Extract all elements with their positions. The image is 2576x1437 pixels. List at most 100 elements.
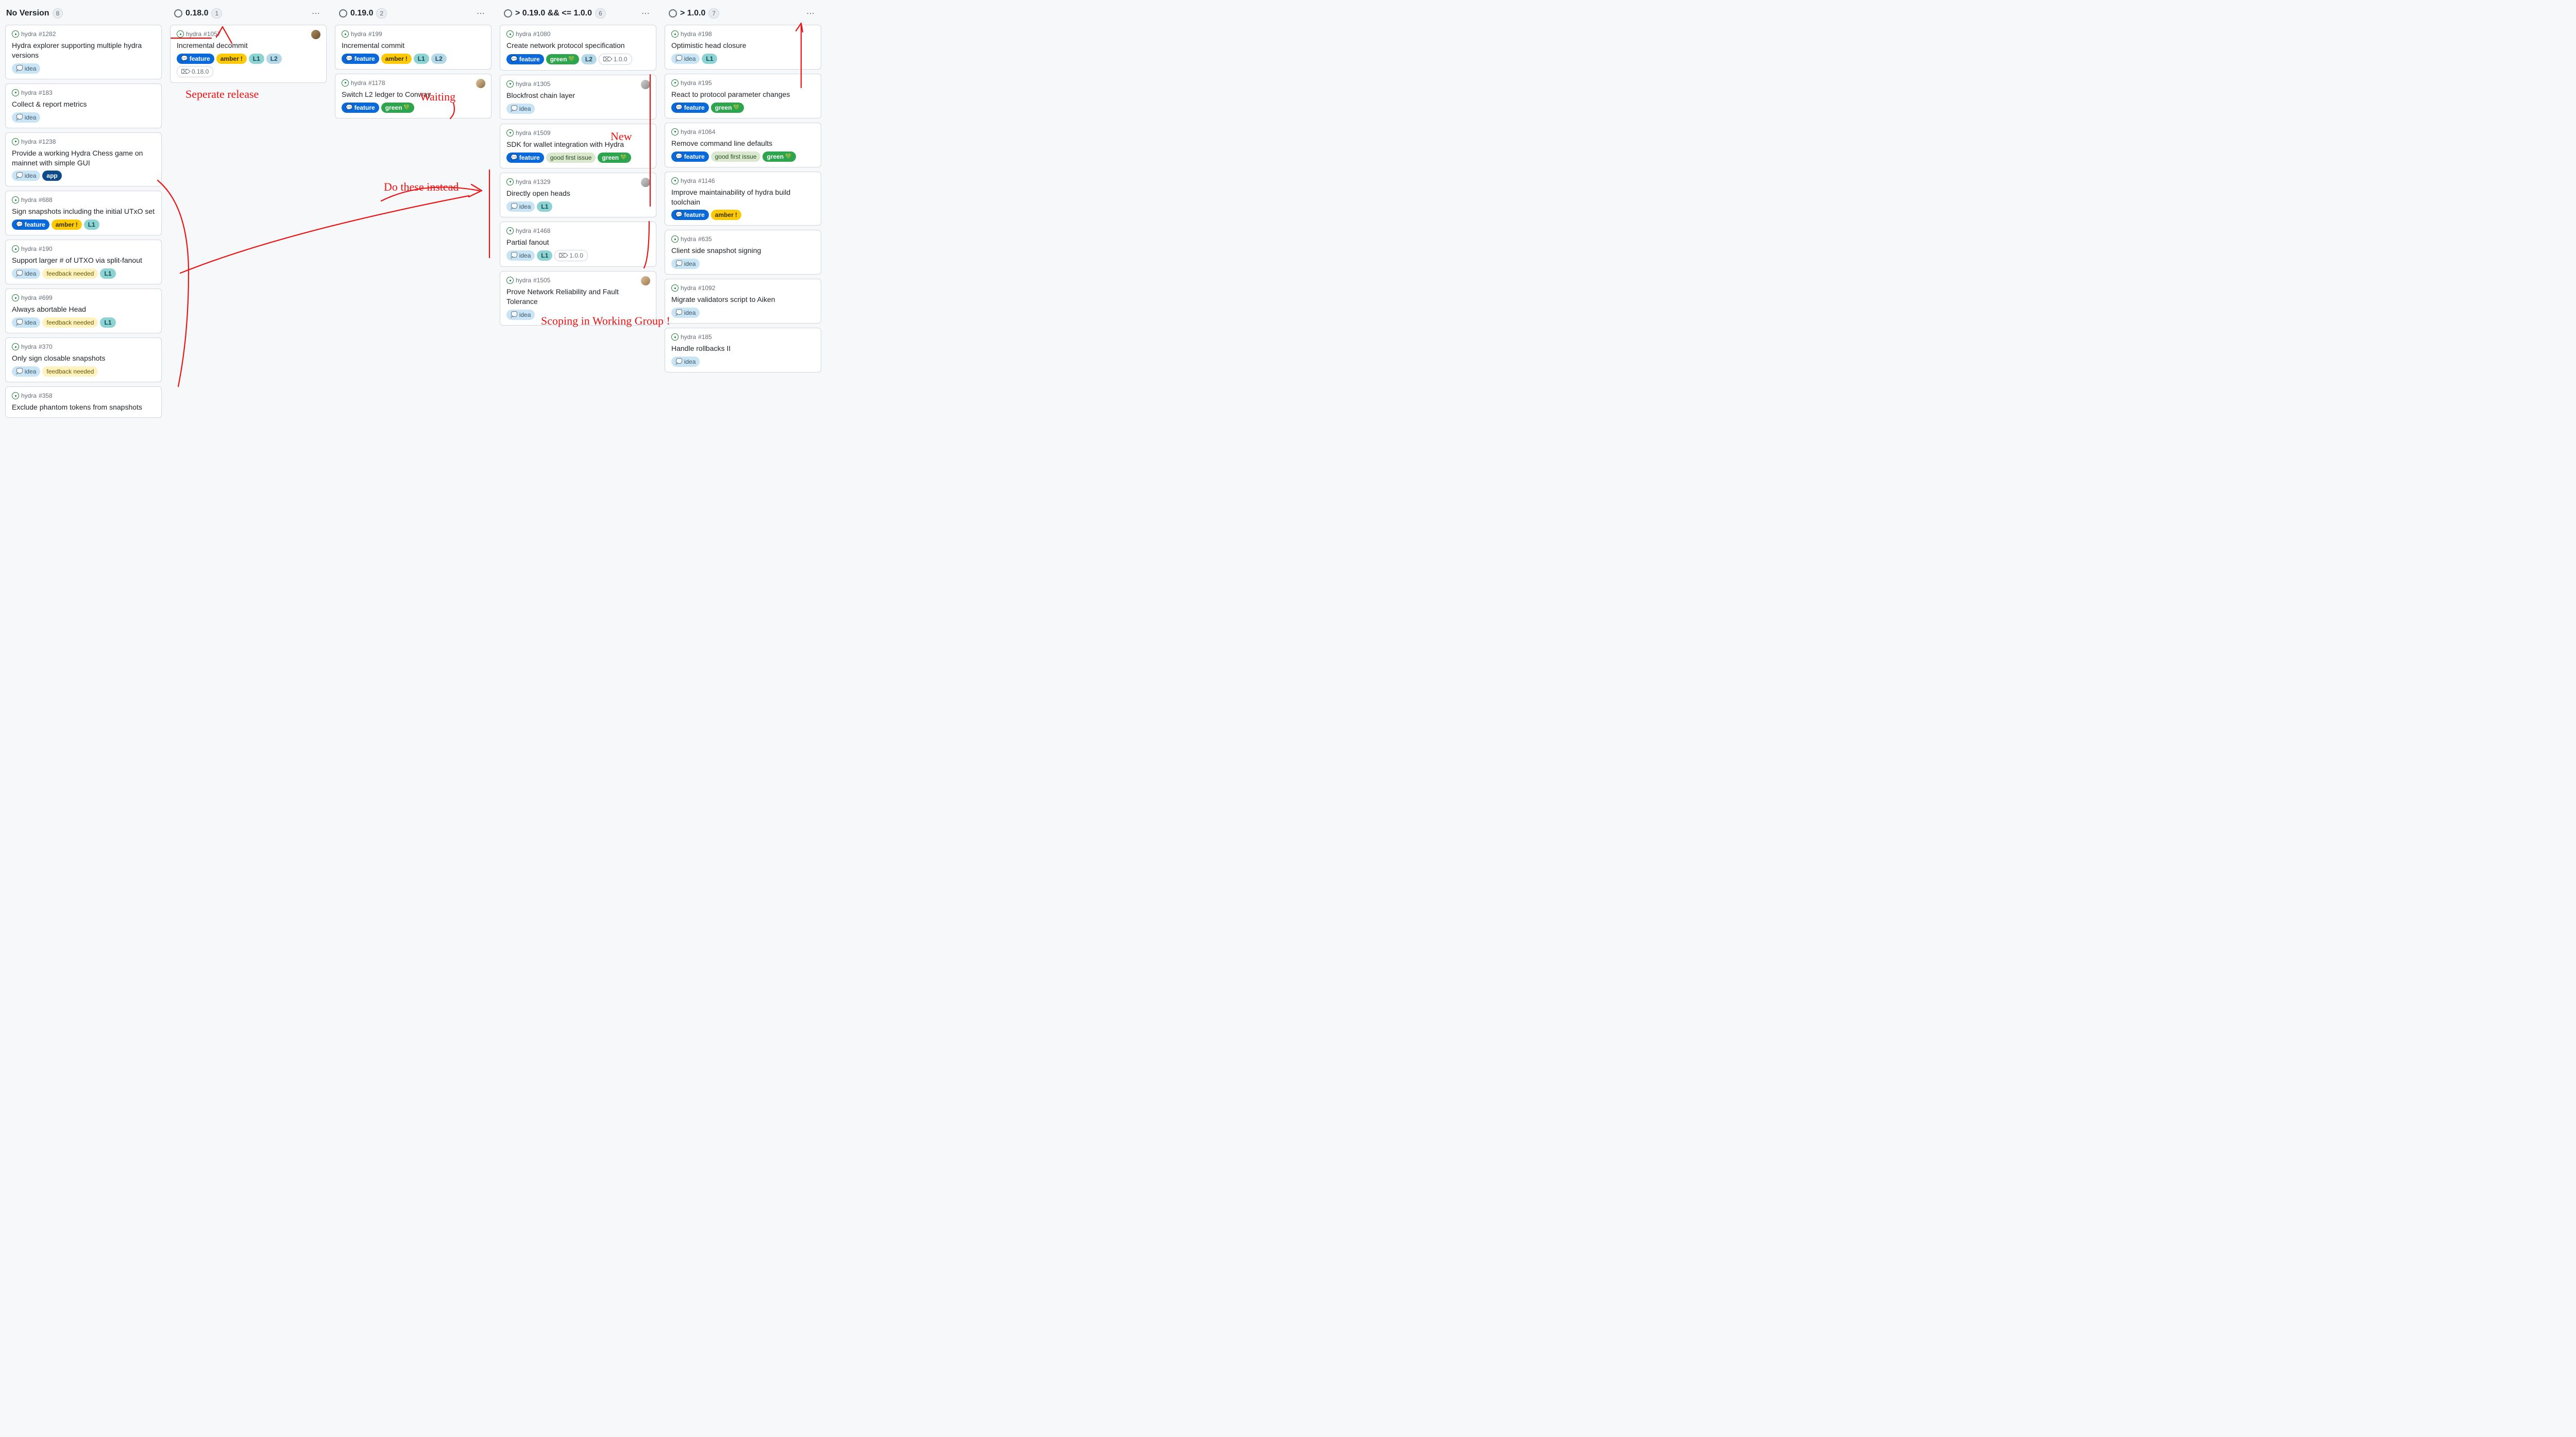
label-feedback[interactable]: feedback needed [42, 317, 98, 328]
label-feedback[interactable]: feedback needed [42, 366, 98, 377]
label-idea[interactable]: 💭idea [506, 104, 535, 114]
label-goodfirst[interactable]: good first issue [546, 153, 596, 163]
label-feature[interactable]: 💬feature [671, 151, 709, 162]
label-idea[interactable]: 💭idea [12, 112, 40, 123]
assignee-avatar[interactable] [476, 78, 486, 89]
card-title: Client side snapshot signing [671, 246, 815, 256]
label-L2[interactable]: L2 [266, 54, 282, 64]
label-idea[interactable]: 💭idea [12, 268, 40, 279]
column-header: 0.19.02⋯ [334, 4, 493, 25]
repo-name: hydra [21, 392, 37, 399]
label-feature[interactable]: 💬feature [671, 210, 709, 220]
label-idea[interactable]: 💭idea [12, 366, 40, 377]
status-circle-icon [174, 9, 182, 18]
label-idea[interactable]: 💭idea [506, 201, 535, 212]
issue-card[interactable]: hydra#185Handle rollbacks II💭idea [665, 328, 821, 373]
issue-card[interactable]: hydra#1178Switch L2 ledger to Conway💬fea… [335, 74, 492, 119]
label-idea[interactable]: 💭idea [12, 63, 40, 74]
issue-card[interactable]: hydra#635Client side snapshot signing💭id… [665, 230, 821, 275]
card-title: Only sign closable snapshots [12, 353, 155, 363]
label-green[interactable]: green 💚 [546, 54, 579, 64]
label-amber[interactable]: amber ! [711, 210, 741, 220]
label-idea[interactable]: 💭idea [506, 250, 535, 261]
label-milestone[interactable]: ⌦0.18.0 [177, 66, 213, 77]
issue-card[interactable]: hydra#1080Create network protocol specif… [500, 25, 656, 71]
issue-card[interactable]: hydra#1282Hydra explorer supporting mult… [5, 25, 162, 79]
label-green[interactable]: green 💚 [381, 103, 414, 113]
label-feature[interactable]: 💬feature [177, 54, 214, 64]
column-menu-icon[interactable]: ⋯ [639, 8, 652, 19]
label-green[interactable]: green 💚 [711, 103, 744, 113]
label-feature[interactable]: 💬feature [671, 103, 709, 113]
label-L1[interactable]: L1 [100, 268, 115, 279]
label-idea[interactable]: 💭idea [671, 357, 700, 367]
label-L1[interactable]: L1 [414, 54, 429, 64]
card-meta: hydra#1305 [506, 80, 650, 88]
label-feature[interactable]: 💬feature [342, 54, 379, 64]
label-L1[interactable]: L1 [100, 317, 115, 328]
issue-card[interactable]: hydra#1146Improve maintainability of hyd… [665, 172, 821, 226]
issue-card[interactable]: hydra#1329Directly open heads💭ideaL1 [500, 173, 656, 217]
label-green[interactable]: green 💚 [762, 151, 795, 162]
column-menu-icon[interactable]: ⋯ [804, 8, 817, 19]
issue-card[interactable]: hydra#1092Migrate validators script to A… [665, 279, 821, 324]
label-L1[interactable]: L1 [702, 54, 717, 64]
assignee-avatar[interactable] [640, 177, 651, 188]
label-idea[interactable]: 💭idea [671, 54, 700, 64]
label-goodfirst[interactable]: good first issue [711, 151, 761, 162]
label-L1[interactable]: L1 [249, 54, 264, 64]
issue-card[interactable]: hydra#195React to protocol parameter cha… [665, 74, 821, 119]
card-title: Remove command line defaults [671, 139, 815, 148]
label-amber[interactable]: amber ! [216, 54, 247, 64]
card-title: Always abortable Head [12, 305, 155, 314]
card-meta: hydra#1282 [12, 30, 155, 38]
issue-card[interactable]: hydra#1057Incremental decommit💬featuream… [170, 25, 327, 83]
label-idea[interactable]: 💭idea [506, 310, 535, 320]
assignee-avatar[interactable] [640, 276, 651, 286]
assignee-avatar[interactable] [640, 79, 651, 90]
label-milestone[interactable]: ⌦1.0.0 [554, 250, 588, 261]
label-feature[interactable]: 💬feature [506, 54, 544, 64]
label-L2[interactable]: L2 [431, 54, 447, 64]
issue-card[interactable]: hydra#370Only sign closable snapshots💭id… [5, 337, 162, 382]
open-issue-icon [12, 89, 19, 96]
issue-card[interactable]: hydra#1468Partial fanout💭ideaL1⌦1.0.0 [500, 222, 656, 267]
issue-card[interactable]: hydra#199Incremental commit💬featureamber… [335, 25, 492, 70]
label-green[interactable]: green 💚 [598, 153, 631, 163]
label-feature[interactable]: 💬feature [506, 153, 544, 163]
issue-number: #1064 [698, 128, 715, 136]
label-idea[interactable]: 💭idea [12, 171, 40, 181]
label-feature[interactable]: 💬feature [342, 103, 379, 113]
label-feature[interactable]: 💬feature [12, 219, 49, 230]
label-L1[interactable]: L1 [537, 250, 552, 261]
label-L1[interactable]: L1 [537, 201, 552, 212]
issue-card[interactable]: hydra#358Exclude phantom tokens from sna… [5, 386, 162, 418]
label-idea[interactable]: 💭idea [671, 308, 700, 318]
issue-card[interactable]: hydra#198Optimistic head closure💭ideaL1 [665, 25, 821, 70]
assignee-avatar[interactable] [311, 29, 321, 40]
label-amber[interactable]: amber ! [381, 54, 412, 64]
issue-card[interactable]: hydra#190Support larger # of UTXO via sp… [5, 240, 162, 284]
issue-card[interactable]: hydra#688Sign snapshots including the in… [5, 191, 162, 235]
label-L2[interactable]: L2 [581, 54, 597, 64]
column-menu-icon[interactable]: ⋯ [310, 8, 323, 19]
issue-card[interactable]: hydra#1505Prove Network Reliability and … [500, 271, 656, 326]
issue-card[interactable]: hydra#183Collect & report metrics💭idea [5, 83, 162, 128]
label-idea[interactable]: 💭idea [671, 259, 700, 269]
label-amber[interactable]: amber ! [52, 219, 82, 230]
card-meta: hydra#1080 [506, 30, 650, 38]
labels-row: 💭ideafeedback neededL1 [12, 268, 155, 279]
column-count: 1 [211, 8, 222, 19]
label-milestone[interactable]: ⌦1.0.0 [599, 54, 632, 65]
issue-card[interactable]: hydra#699Always abortable Head💭ideafeedb… [5, 289, 162, 333]
column-menu-icon[interactable]: ⋯ [474, 8, 487, 19]
issue-card[interactable]: hydra#1509SDK for wallet integration wit… [500, 124, 656, 168]
issue-card[interactable]: hydra#1064Remove command line defaults💬f… [665, 123, 821, 167]
label-app[interactable]: app [42, 171, 61, 181]
issue-card[interactable]: hydra#1238Provide a working Hydra Chess … [5, 132, 162, 187]
label-idea[interactable]: 💭idea [12, 317, 40, 328]
label-L1[interactable]: L1 [84, 219, 99, 230]
issue-card[interactable]: hydra#1305Blockfrost chain layer💭idea [500, 75, 656, 120]
column-gt019lte100: > 0.19.0 && <= 1.0.06⋯hydra#1080Create n… [499, 4, 657, 326]
label-feedback[interactable]: feedback needed [42, 268, 98, 279]
